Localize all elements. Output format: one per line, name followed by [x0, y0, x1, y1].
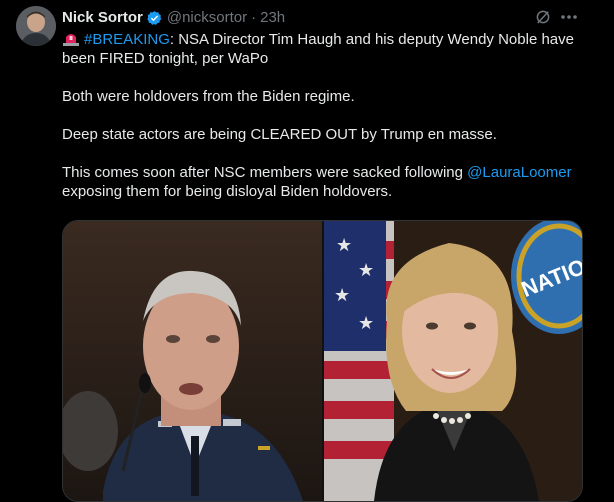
author-handle[interactable]: @nicksortor	[167, 8, 247, 28]
tweet-paragraph-3: Deep state actors are being CLEARED OUT …	[62, 126, 497, 143]
svg-text:★: ★	[358, 260, 374, 280]
media-photo-right[interactable]: ★ ★ ★ ★ NATIO	[324, 221, 582, 501]
breaking-hashtag-link[interactable]: #BREAKING	[84, 31, 170, 48]
grok-icon[interactable]	[534, 8, 552, 26]
tweet-header: Nick Sortor @nicksortor · 23h	[62, 8, 614, 28]
avatar[interactable]	[16, 6, 56, 46]
tweet-paragraph-2: Both were holdovers from the Biden regim…	[62, 88, 355, 105]
tweet-paragraph-1: #BREAKING: NSA Director Tim Haugh and hi…	[62, 30, 592, 68]
tweet-media[interactable]: ★ ★ ★ ★ NATIO	[62, 220, 583, 502]
verified-badge-icon	[147, 10, 162, 25]
siren-emoji-icon	[63, 34, 79, 46]
timestamp[interactable]: 23h	[260, 8, 285, 28]
tweet-paragraph-4-text: This comes soon after NSC members were s…	[62, 164, 468, 181]
tweet-paragraph-4-end: exposing them for being disloyal Biden h…	[62, 183, 393, 200]
svg-text:★: ★	[336, 235, 352, 255]
lauraloomer-mention-link[interactable]: @LauraLoomer	[467, 164, 571, 181]
svg-text:★: ★	[358, 313, 374, 333]
svg-text:★: ★	[334, 285, 350, 305]
separator-dot: ·	[251, 9, 257, 26]
tweet-paragraph-4: This comes soon after NSC members were s…	[62, 163, 592, 201]
tweet[interactable]: Nick Sortor @nicksortor · 23h #BREAKING:…	[0, 0, 614, 502]
media-photo-left[interactable]	[63, 221, 322, 501]
author-name[interactable]: Nick Sortor	[62, 8, 143, 28]
more-dots-icon[interactable]	[558, 8, 580, 26]
tweet-text: #BREAKING: NSA Director Tim Haugh and hi…	[62, 30, 592, 201]
